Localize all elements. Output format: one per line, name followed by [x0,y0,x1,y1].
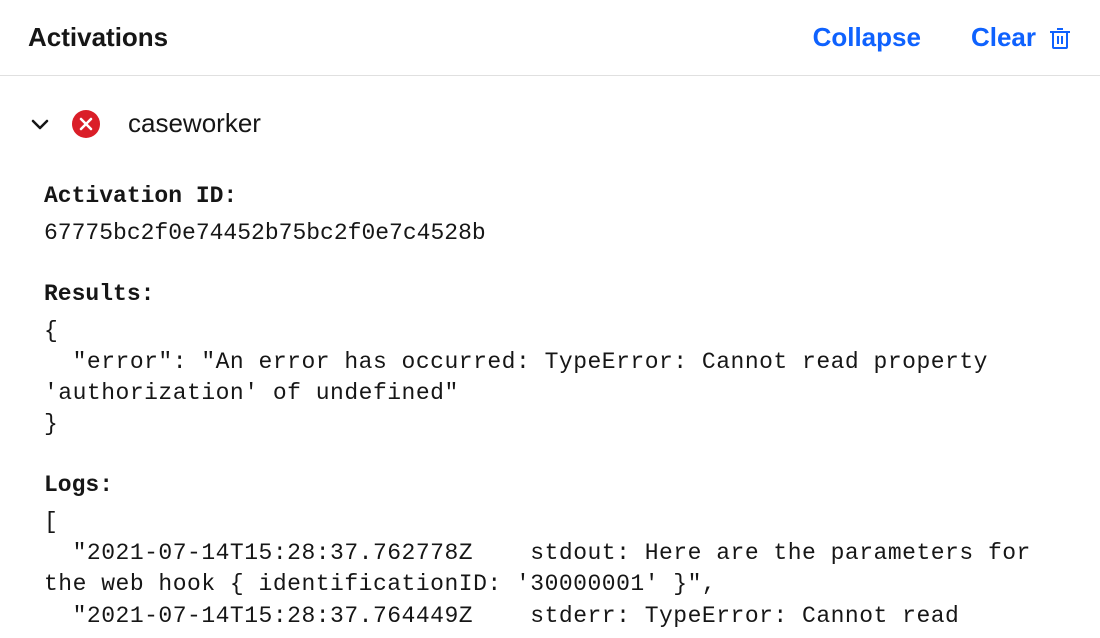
activation-details: Activation ID: 67775bc2f0e74452b75bc2f0e… [0,151,1100,632]
activation-id-value: 67775bc2f0e74452b75bc2f0e7c4528b [44,218,1056,249]
trash-icon [1048,25,1072,51]
activation-id-label: Activation ID: [44,181,1056,212]
error-icon [72,110,100,138]
clear-label: Clear [971,22,1036,53]
activation-name: caseworker [128,108,261,139]
chevron-down-icon[interactable] [28,112,52,136]
collapse-button[interactable]: Collapse [813,22,921,53]
logs-label: Logs: [44,470,1056,501]
clear-button[interactable]: Clear [971,22,1072,53]
results-label: Results: [44,279,1056,310]
page-title: Activations [28,22,168,53]
header-actions: Collapse Clear [813,22,1072,53]
activation-row[interactable]: caseworker [0,76,1100,151]
results-block: { "error": "An error has occurred: TypeE… [44,316,1056,440]
collapse-label: Collapse [813,22,921,53]
activations-header: Activations Collapse Clear [0,0,1100,76]
logs-block: [ "2021-07-14T15:28:37.762778Z stdout: H… [44,507,1056,631]
